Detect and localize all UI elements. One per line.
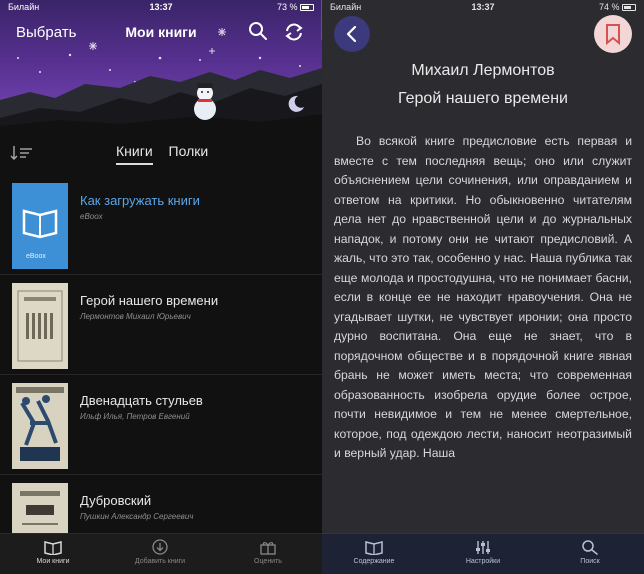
chevron-left-icon [346,25,357,43]
battery-percent: 74 % [598,2,620,12]
book-title-heading: Герой нашего времени [398,90,568,107]
list-item[interactable]: Герой нашего времени Лермонтов Михаил Юр… [0,275,322,375]
gift-icon [260,542,276,555]
clock: 13:37 [149,2,173,12]
tab-shelves[interactable]: Полки [169,143,209,163]
night-landscape-illustration [0,28,322,135]
battery-indicator: 74 % [599,2,636,12]
tab-add-books[interactable]: Добавить книги [120,539,200,565]
library-screen: Билайн 13:37 73 % Выбрать Мои книги Книг… [0,0,322,574]
tab-search[interactable]: Поиск [550,539,630,565]
bookmark-button[interactable] [594,15,632,53]
header-banner: Билайн 13:37 73 % Выбрать Мои книги [0,0,322,135]
book-author-heading: Михаил Лермонтов [411,62,555,79]
tab-contents[interactable]: Содержание [334,539,414,565]
status-bar: Билайн 13:37 73 % [0,0,322,14]
library-tabs: Книги Полки [116,143,220,165]
tab-rate[interactable]: Оценить [228,539,308,565]
search-icon [582,540,598,555]
book-author: Пушкин Александр Сергеевич [80,512,194,521]
tab-label: Оценить [254,558,282,565]
tab-my-books[interactable]: Мои книги [13,539,93,565]
search-icon [249,22,267,40]
clock: 13:37 [471,2,495,12]
book-cover [12,283,68,369]
reading-text: Во всякой книге предисловие есть первая … [334,134,632,460]
book-title: Герой нашего времени [80,293,219,308]
tab-label: Содержание [353,558,395,565]
book-cover [12,383,68,469]
tab-settings[interactable]: Настройки [443,539,523,565]
list-item[interactable]: eBoox Как загружать книги eBoox [0,175,322,275]
moon-icon [288,95,304,112]
reader-screen: Билайн 13:37 74 % Михаил Лермонтов Герой… [322,0,644,574]
book-icon [44,541,62,555]
battery-percent: 73 % [276,2,298,12]
book-author: Ильф Илья, Петров Евгений [80,412,190,421]
book-author: eBoox [80,212,103,221]
cover-illustration [17,290,63,362]
book-title: Двенадцать стульев [80,393,203,408]
battery-icon [300,4,314,11]
tab-label: Настройки [465,558,501,565]
library-toolbar: Книги Полки [0,135,322,175]
book-title: Дубровский [80,493,152,508]
list-item[interactable]: Двенадцать стульев Ильф Илья, Петров Евг… [0,375,322,475]
tab-label: Добавить книги [134,558,186,565]
search-button[interactable] [248,21,268,46]
reader-tab-bar: Содержание Настройки Поиск [322,533,644,574]
tab-label: Мои книги [36,558,70,565]
cover-illustration [16,387,64,461]
sort-button[interactable] [10,144,34,167]
download-icon [152,539,168,555]
book-list: eBoox Как загружать книги eBoox Герой на… [0,175,322,574]
sync-icon [285,23,303,41]
book-icon [365,541,383,555]
cover-label: eBoox [26,253,46,260]
book-author: Лермонтов Михаил Юрьевич [80,312,191,321]
sync-button[interactable] [283,21,305,48]
back-button[interactable] [334,16,370,52]
bookmark-icon [606,24,620,46]
battery-indicator: 73 % [277,2,314,12]
tab-label: Поиск [580,558,600,565]
status-bar: Билайн 13:37 74 % [322,0,644,14]
tab-books[interactable]: Книги [116,143,153,165]
battery-icon [622,4,636,11]
page-title: Мои книги [125,24,197,40]
bottom-tab-bar: Мои книги Добавить книги Оценить [0,533,322,574]
book-title: Как загружать книги [80,193,200,208]
snowman-icon [194,83,216,120]
book-cover: eBoox [12,183,68,269]
sliders-icon [476,541,490,554]
sort-icon [10,146,32,160]
